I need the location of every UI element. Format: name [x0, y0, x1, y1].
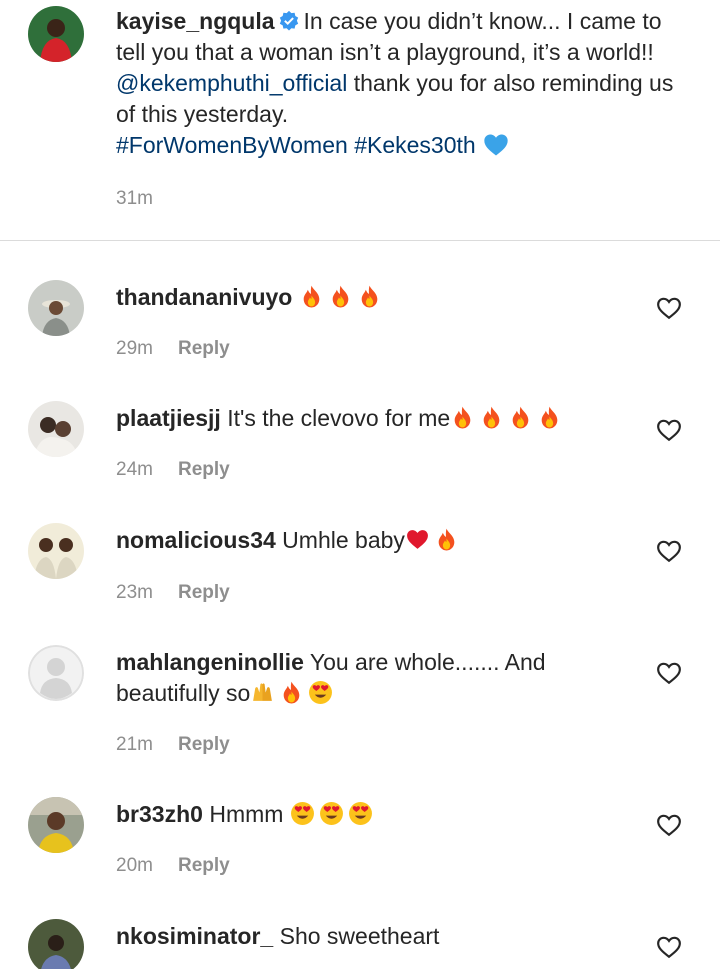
comment-time: 24m: [116, 459, 153, 480]
comment-text: mahlangeninollie You are whole....... An…: [116, 647, 636, 709]
verified-badge-icon: [279, 10, 298, 31]
comment-body: Hmmm: [209, 801, 284, 827]
comment-body-line2: beautifully so: [116, 680, 251, 706]
divider: [0, 240, 720, 241]
fire-icon: [541, 406, 558, 429]
comment-item: thandananivuyo 29m Reply: [0, 280, 720, 401]
fire-icon: [332, 285, 349, 308]
commenter-avatar[interactable]: [28, 797, 84, 853]
default-avatar[interactable]: [28, 645, 84, 701]
heart-eyes-emoji-group: [290, 801, 377, 827]
heart-eyes-icon: [348, 802, 372, 825]
hashtag-for-women[interactable]: #ForWomenByWomen: [116, 132, 348, 158]
comment-username[interactable]: nomalicious34: [116, 527, 276, 553]
comment-username[interactable]: plaatjiesjj: [116, 405, 221, 431]
reply-button[interactable]: Reply: [178, 734, 230, 756]
comment-item: nkosiminator_ Sho sweetheart: [0, 919, 720, 969]
comment-body: You are whole....... And: [309, 649, 546, 675]
comment-item: nomalicious34 Umhle baby 23m Reply: [0, 523, 720, 644]
red-heart-icon: [406, 530, 428, 549]
comment-time: 23m: [116, 582, 153, 603]
fire-icon: [283, 681, 300, 704]
comment-text: nkosiminator_ Sho sweetheart: [116, 921, 636, 952]
caption-username[interactable]: kayise_ngqula: [116, 8, 275, 34]
commenter-avatar[interactable]: [28, 919, 84, 969]
comment-item: plaatjiesjj It's the clevovo for me 24m …: [0, 401, 720, 522]
comment-text: nomalicious34 Umhle baby: [116, 525, 636, 556]
comment-text: plaatjiesjj It's the clevovo for me: [116, 403, 636, 434]
comment-body: It's the clevovo for me: [227, 405, 451, 431]
fire-icon: [438, 528, 455, 551]
like-heart-icon[interactable]: [656, 813, 682, 837]
fire-icon: [361, 285, 378, 308]
post-caption: kayise_ngqula In case you didn’t know... …: [0, 0, 720, 240]
blue-heart-icon: [484, 134, 508, 156]
comment-username[interactable]: thandananivuyo: [116, 284, 292, 310]
heart-eyes-icon: [290, 802, 314, 825]
comment-username[interactable]: nkosiminator_: [116, 923, 273, 949]
commenter-avatar[interactable]: [28, 523, 84, 579]
caption-time: 31m: [116, 188, 153, 209]
comment-item: mahlangeninollie You are whole....... An…: [0, 645, 720, 795]
like-heart-icon[interactable]: [656, 661, 682, 685]
comment-body: Sho sweetheart: [279, 923, 440, 949]
heart-eyes-icon: [319, 802, 343, 825]
like-heart-icon[interactable]: [656, 935, 682, 959]
caption-text: kayise_ngqula In case you didn’t know... …: [116, 6, 696, 161]
caption-mention[interactable]: @kekemphuthi_official: [116, 70, 347, 96]
fire-icon: [454, 406, 471, 429]
comment-text: thandananivuyo: [116, 282, 636, 313]
comment-text: br33zh0 Hmmm: [116, 799, 636, 830]
comment-time: 29m: [116, 338, 153, 359]
commenter-avatar[interactable]: [28, 280, 84, 336]
fire-emoji-group: [450, 405, 566, 431]
author-avatar[interactable]: [28, 6, 84, 62]
comment-time: 20m: [116, 855, 153, 876]
reply-button[interactable]: Reply: [178, 855, 230, 877]
fire-emoji-group: [299, 284, 386, 310]
fire-icon: [303, 285, 320, 308]
like-heart-icon[interactable]: [656, 418, 682, 442]
reply-button[interactable]: Reply: [178, 582, 230, 604]
like-heart-icon[interactable]: [656, 296, 682, 320]
commenter-avatar[interactable]: [28, 401, 84, 457]
reply-button[interactable]: Reply: [178, 338, 230, 360]
fire-icon: [483, 406, 500, 429]
heart-eyes-icon: [309, 681, 333, 704]
comment-username[interactable]: br33zh0: [116, 801, 203, 827]
comment-time: 21m: [116, 734, 153, 755]
comment-body: Umhle baby: [282, 527, 405, 553]
like-heart-icon[interactable]: [656, 539, 682, 563]
reply-button[interactable]: Reply: [178, 459, 230, 481]
raising-hands-icon: [253, 683, 273, 701]
fire-icon: [512, 406, 529, 429]
hashtag-kekes30th[interactable]: #Kekes30th: [354, 132, 475, 158]
comment-item: br33zh0 Hmmm 20m Reply: [0, 797, 720, 918]
comment-username[interactable]: mahlangeninollie: [116, 649, 304, 675]
